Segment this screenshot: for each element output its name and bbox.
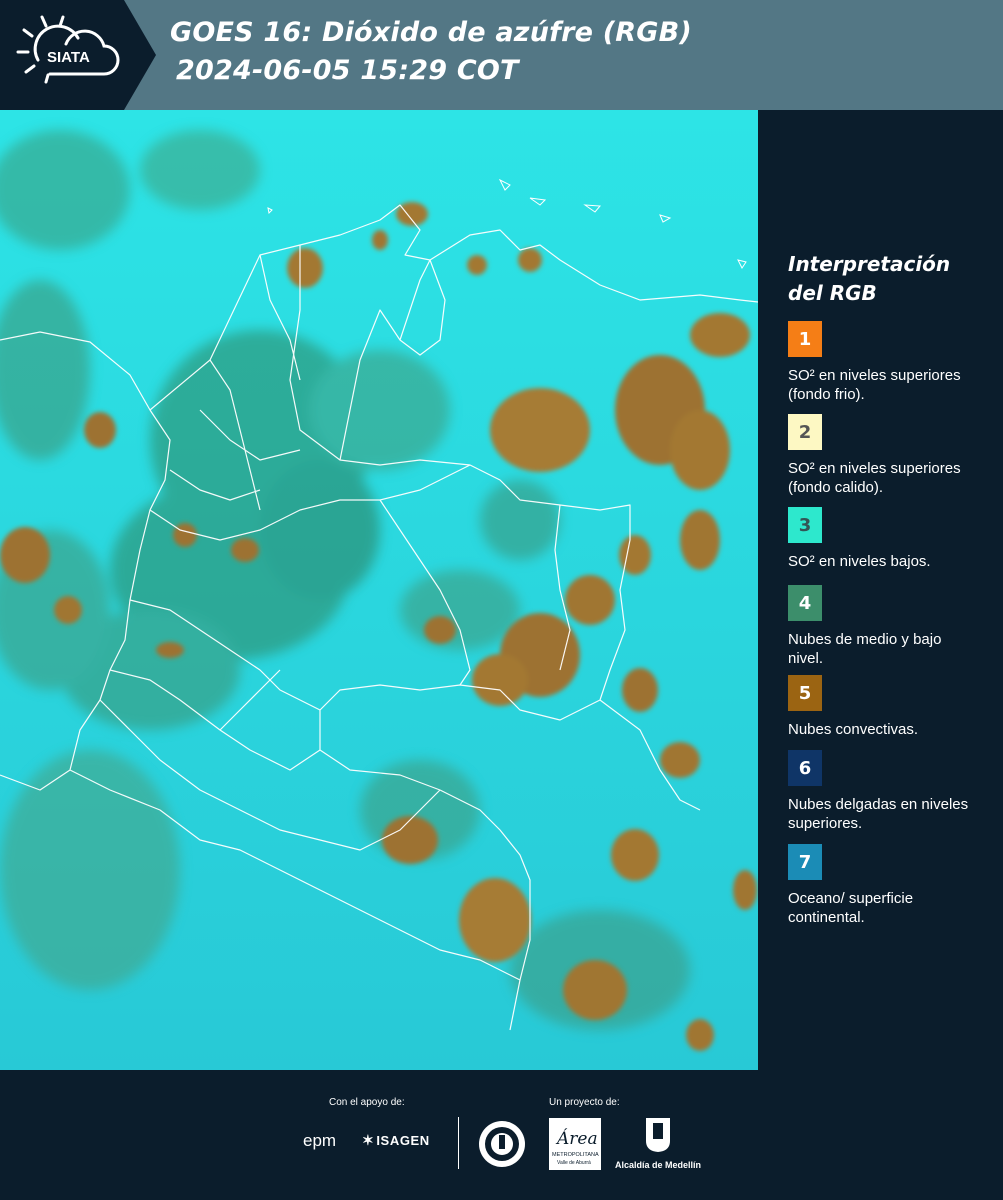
legend-swatch-3: 3 <box>788 507 822 543</box>
legend-swatch-1: 1 <box>788 321 822 357</box>
medellin-seal-icon <box>479 1121 525 1167</box>
legend-title-line1: Interpretación <box>788 252 951 276</box>
epm-logo: epm <box>303 1131 337 1150</box>
legend-item-3: 3 SO² en niveles bajos. <box>788 507 978 571</box>
legend: Interpretación del RGB 1 SO² en niveles … <box>788 250 988 926</box>
legend-swatch-2: 2 <box>788 414 822 450</box>
footer-divider <box>458 1117 459 1169</box>
legend-text-2: SO² en niveles superiores (fondo calido)… <box>788 460 961 496</box>
isagen-star-icon: ✶ <box>362 1132 375 1148</box>
legend-text-6: Nubes delgadas en niveles superiores. <box>788 796 969 832</box>
legend-swatch-7: 7 <box>788 844 822 880</box>
legend-swatch-4: 4 <box>788 585 822 621</box>
page-title: GOES 16: Dióxido de azúfre (RGB) <box>170 17 692 48</box>
legend-text-4: Nubes de medio y bajo nivel. <box>788 631 942 667</box>
area-logo-text: Área <box>555 1128 598 1149</box>
legend-title-line2: del RGB <box>788 281 877 305</box>
legend-title: Interpretación del RGB <box>788 250 978 308</box>
siata-logo: SIATA <box>0 0 156 110</box>
timestamp-title: 2024-06-05 15:29 COT <box>176 55 519 86</box>
support-label: Con el apoyo de: <box>329 1097 405 1108</box>
area-metropolitana-logo: Área METROPOLITANA Valle de Aburrá <box>549 1118 601 1170</box>
legend-text-3: SO² en niveles bajos. <box>788 553 931 570</box>
legend-text-7: Oceano/ superficie continental. <box>788 890 914 926</box>
alcaldia-text: Alcaldía de Medellín <box>614 1160 702 1170</box>
alcaldia-shield-icon <box>646 1118 670 1152</box>
legend-item-7: 7 Oceano/ superficie continental. <box>788 844 978 927</box>
legend-item-6: 6 Nubes delgadas en niveles superiores. <box>788 750 978 833</box>
legend-swatch-6: 6 <box>788 750 822 786</box>
footer: Con el apoyo de: Un proyecto de: epm ✶ IS… <box>0 1070 1003 1200</box>
legend-item-4: 4 Nubes de medio y bajo nivel. <box>788 585 978 668</box>
legend-text-5: Nubes convectivas. <box>788 721 919 738</box>
area-logo-subtext2: Valle de Aburrá <box>557 1160 591 1166</box>
satellite-map <box>0 110 758 1070</box>
legend-text-1: SO² en niveles superiores (fondo frio). <box>788 367 961 403</box>
legend-swatch-5: 5 <box>788 675 822 711</box>
header: SIATA GOES 16: Dióxido de azúfre (RGB) 2… <box>0 0 1003 110</box>
legend-item-5: 5 Nubes convectivas. <box>788 675 978 739</box>
area-logo-subtext: METROPOLITANA <box>552 1152 599 1158</box>
siata-logo-text: SIATA <box>47 49 90 66</box>
isagen-logo-text: ISAGEN <box>376 1133 430 1148</box>
isagen-logo: ✶ ISAGEN <box>362 1132 430 1149</box>
project-label: Un proyecto de: <box>549 1097 620 1108</box>
legend-item-1: 1 SO² en niveles superiores (fondo frio)… <box>788 321 978 404</box>
legend-item-2: 2 SO² en niveles superiores (fondo calid… <box>788 414 978 497</box>
alcaldia-logo: Alcaldía de Medellín <box>612 1117 704 1170</box>
